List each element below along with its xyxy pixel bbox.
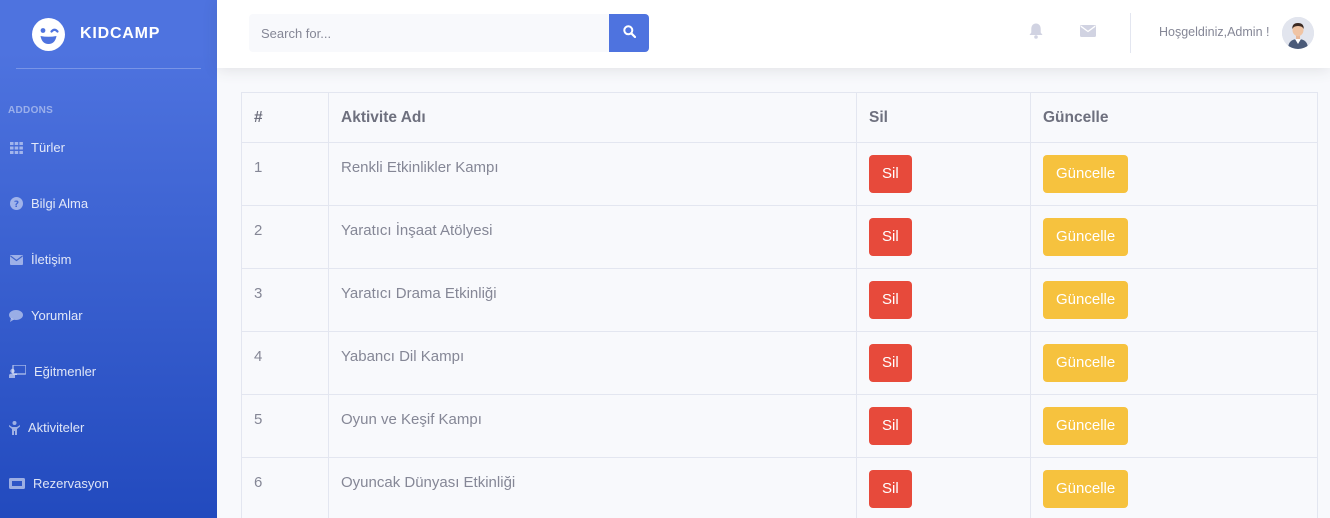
update-button[interactable]: Güncelle [1043,155,1129,193]
row-number: 5 [241,394,329,458]
table-header-row: # Aktivite Adı Sil Güncelle [241,92,1318,143]
table-row: 2 Yaratıcı İnşaat Atölyesi Sil Güncelle [241,205,1318,269]
sidebar: KIDCAMP ADDONS Türler ? Bilgi Alma İleti… [0,0,217,518]
delete-cell: Sil [856,142,1031,206]
activity-name: Yabancı Dil Kampı [328,331,857,395]
delete-button[interactable]: Sil [869,407,912,445]
table-row: 6 Oyuncak Dünyası Etkinliği Sil Güncelle [241,457,1318,518]
activity-name: Renkli Etkinlikler Kampı [328,142,857,206]
bell-icon [1029,23,1043,44]
laugh-wink-icon [32,17,65,51]
column-header-update: Güncelle [1030,92,1318,143]
row-number: 1 [241,142,329,206]
sidebar-item-yorumlar[interactable]: Yorumlar [9,308,83,323]
delete-button[interactable]: Sil [869,218,912,256]
alerts-button[interactable] [1027,23,1045,44]
update-button[interactable]: Güncelle [1043,407,1129,445]
messages-button[interactable] [1079,24,1097,42]
brand-name: KIDCAMP [80,25,161,42]
column-header-number: # [241,92,329,143]
update-cell: Güncelle [1030,457,1318,518]
sidebar-item-turler[interactable]: Türler [9,140,65,155]
delete-cell: Sil [856,268,1031,332]
update-button[interactable]: Güncelle [1043,470,1129,508]
sidebar-item-label: Eğitmenler [34,364,97,379]
update-button[interactable]: Güncelle [1043,281,1129,319]
question-circle-icon: ? [9,197,23,211]
sidebar-item-iletisim[interactable]: İletişim [9,252,71,267]
sidebar-item-egitmenler[interactable]: Eğitmenler [9,364,96,379]
activities-table: # Aktivite Adı Sil Güncelle 1 Renkli Etk… [241,92,1318,518]
topbar-divider [1130,13,1131,53]
update-cell: Güncelle [1030,268,1318,332]
sidebar-item-label: Aktiviteler [28,420,85,435]
column-header-activity-name: Aktivite Adı [328,92,857,143]
update-cell: Güncelle [1030,331,1318,395]
row-number: 2 [241,205,329,269]
activity-name: Oyun ve Keşif Kampı [328,394,857,458]
envelope-icon [1080,24,1096,42]
row-number: 6 [241,457,329,518]
search-icon [622,25,636,41]
child-icon [9,420,20,435]
delete-cell: Sil [856,205,1031,269]
update-button[interactable]: Güncelle [1043,218,1129,256]
activity-name: Oyuncak Dünyası Etkinliği [328,457,857,518]
update-cell: Güncelle [1030,205,1318,269]
delete-cell: Sil [856,457,1031,518]
brand-link[interactable]: KIDCAMP [0,0,217,68]
activity-name: Yaratıcı Drama Etkinliği [328,268,857,332]
envelope-icon [9,253,23,267]
sidebar-item-label: Bilgi Alma [31,196,89,211]
table-row: 1 Renkli Etkinlikler Kampı Sil Güncelle [241,142,1318,206]
table-row: 5 Oyun ve Keşif Kampı Sil Güncelle [241,394,1318,458]
delete-button[interactable]: Sil [869,344,912,382]
sidebar-item-label: Yorumlar [31,308,83,323]
user-greeting[interactable]: Hoşgeldiniz,Admin ! [1159,25,1269,39]
sidebar-item-bilgi-alma[interactable]: ? Bilgi Alma [9,196,88,211]
sidebar-item-aktiviteler[interactable]: Aktiviteler [9,420,84,435]
topbar: Hoşgeldiniz,Admin ! [217,0,1330,68]
activities-table-container: # Aktivite Adı Sil Güncelle 1 Renkli Etk… [241,92,1318,518]
chalkboard-teacher-icon [9,365,26,379]
search-form [249,14,649,52]
update-button[interactable]: Güncelle [1043,344,1129,382]
ticket-icon [9,477,25,491]
update-cell: Güncelle [1030,394,1318,458]
sidebar-item-label: Rezervasyon [33,476,109,491]
sidebar-divider [16,68,201,69]
delete-button[interactable]: Sil [869,281,912,319]
update-cell: Güncelle [1030,142,1318,206]
delete-cell: Sil [856,331,1031,395]
grid-icon [9,141,23,155]
search-button[interactable] [609,14,649,52]
avatar[interactable] [1282,17,1314,49]
table-row: 3 Yaratıcı Drama Etkinliği Sil Güncelle [241,268,1318,332]
column-header-delete: Sil [856,92,1031,143]
delete-button[interactable]: Sil [869,155,912,193]
search-input[interactable] [249,14,609,52]
svg-text:?: ? [13,200,18,210]
sidebar-item-label: Türler [31,140,65,155]
sidebar-item-rezervasyon[interactable]: Rezervasyon [9,476,109,491]
comment-icon [9,309,23,323]
row-number: 3 [241,268,329,332]
activity-name: Yaratıcı İnşaat Atölyesi [328,205,857,269]
table-row: 4 Yabancı Dil Kampı Sil Güncelle [241,331,1318,395]
row-number: 4 [241,331,329,395]
delete-cell: Sil [856,394,1031,458]
sidebar-heading: ADDONS [8,105,54,116]
delete-button[interactable]: Sil [869,470,912,508]
sidebar-item-label: İletişim [31,252,72,267]
